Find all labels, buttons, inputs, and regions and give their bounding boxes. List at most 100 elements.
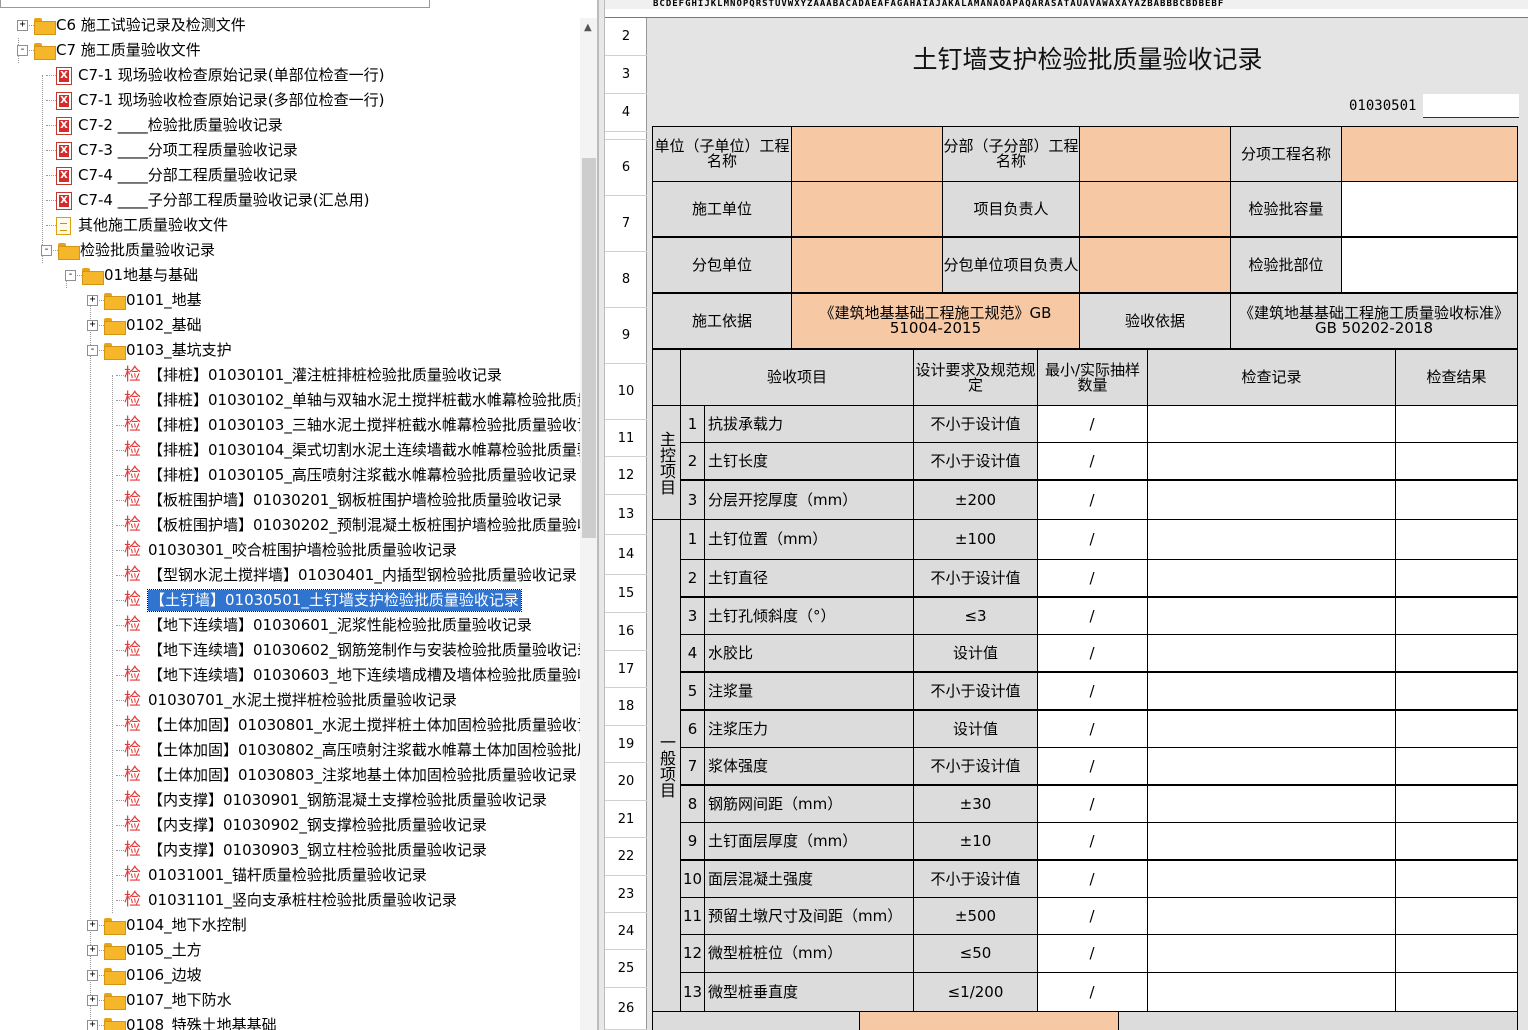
subitem-value[interactable] (1341, 126, 1518, 182)
min-sample-cell[interactable] (1037, 785, 1081, 823)
row-number[interactable]: 9 (605, 308, 647, 364)
check-record-cell[interactable] (1147, 860, 1396, 898)
tree-item[interactable]: +0108_特殊土地基基础 (0, 1013, 580, 1030)
min-sample-cell[interactable] (1037, 972, 1081, 1012)
collapse-icon[interactable]: - (87, 345, 98, 356)
actual-sample-cell[interactable] (1104, 519, 1148, 560)
unit-value[interactable] (791, 126, 943, 182)
tree-item[interactable]: 检【排桩】01030101_灌注桩排桩检验批质量验收记录 (0, 363, 580, 388)
tree-item[interactable]: 检【地下连续墙】01030603_地下连续墙成槽及墙体检验批质量验收 (0, 663, 592, 688)
check-record-cell[interactable] (1147, 634, 1396, 672)
tree-item[interactable]: 检【地下连续墙】01030602_钢筋笼制作与安装检验批质量验收记录 (0, 638, 592, 663)
row-number[interactable] (605, 132, 647, 140)
tree-item[interactable]: C7-2 ____检验批质量验收记录 (0, 113, 580, 138)
row-number[interactable]: 3 (605, 56, 647, 94)
expand-icon[interactable]: + (87, 945, 98, 956)
check-record-cell[interactable] (1147, 710, 1396, 748)
row-number[interactable]: 21 (605, 801, 647, 838)
min-sample-cell[interactable] (1037, 934, 1081, 973)
row-number[interactable]: 18 (605, 688, 647, 726)
scroll-up-arrow-icon[interactable]: ▲ (584, 22, 592, 33)
check-record-cell[interactable] (1147, 747, 1396, 785)
check-record-cell[interactable] (1147, 442, 1396, 480)
check-result-cell[interactable] (1395, 747, 1518, 785)
check-result-cell[interactable] (1395, 860, 1518, 898)
tree-item[interactable]: +0106_边坡 (0, 963, 580, 988)
min-sample-cell[interactable] (1037, 897, 1081, 935)
check-record-cell[interactable] (1147, 559, 1396, 597)
check-result-cell[interactable] (1395, 634, 1518, 672)
check-result-cell[interactable] (1395, 672, 1518, 710)
tree-item[interactable]: 检【排桩】01030105_高压喷射注浆截水帷幕检验批质量验收记录 (0, 463, 580, 488)
tree-item[interactable]: - 0103_基坑支护 (0, 338, 580, 363)
expand-icon[interactable]: + (87, 970, 98, 981)
tree-scrollbar[interactable]: ▲ (580, 18, 597, 1030)
tree-item[interactable]: - C7 施工质量验收文件 (0, 38, 580, 63)
row-number[interactable]: 14 (605, 535, 647, 575)
actual-sample-cell[interactable] (1104, 897, 1148, 935)
footer-value-cell[interactable] (859, 1011, 1119, 1030)
row-number[interactable]: 19 (605, 726, 647, 763)
actual-sample-cell[interactable] (1104, 559, 1148, 597)
min-sample-cell[interactable] (1037, 442, 1081, 480)
row-number[interactable]: 12 (605, 457, 647, 495)
tree-item[interactable]: + C6 施工试验记录及检测文件 (0, 13, 580, 38)
collapse-icon[interactable]: - (65, 270, 76, 281)
tree-item[interactable]: +0102_基础 (0, 313, 580, 338)
tree-item[interactable]: 检【内支撑】01030902_钢支撑检验批质量验收记录 (0, 813, 580, 838)
actual-sample-cell[interactable] (1104, 597, 1148, 635)
scrollbar-thumb[interactable] (582, 158, 596, 538)
actual-sample-cell[interactable] (1104, 934, 1148, 973)
tree-item[interactable]: 检【土体加固】01030803_注浆地基土体加固检验批质量验收记录 (0, 763, 580, 788)
actual-sample-cell[interactable] (1104, 480, 1148, 520)
location-value[interactable] (1341, 237, 1518, 293)
min-sample-cell[interactable] (1037, 405, 1081, 443)
check-record-cell[interactable] (1147, 897, 1396, 935)
row-number[interactable]: 24 (605, 913, 647, 950)
actual-sample-cell[interactable] (1104, 405, 1148, 443)
code-input-cell[interactable] (1423, 94, 1519, 118)
tree-item[interactable]: C7-1 现场验收检查原始记录(单部位检查一行) (0, 63, 580, 88)
min-sample-cell[interactable] (1037, 634, 1081, 672)
min-sample-cell[interactable] (1037, 710, 1081, 748)
row-number[interactable]: 13 (605, 495, 647, 535)
check-result-cell[interactable] (1395, 442, 1518, 480)
sub-pm-value[interactable] (1079, 237, 1231, 293)
tree-item[interactable]: +0104_地下水控制 (0, 913, 580, 938)
check-result-cell[interactable] (1395, 519, 1518, 560)
actual-sample-cell[interactable] (1104, 710, 1148, 748)
expand-icon[interactable]: + (87, 295, 98, 306)
tree-item[interactable]: 检【土体加固】01030802_高压喷射注浆截水帷幕土体加固检验批质 (0, 738, 592, 763)
check-result-cell[interactable] (1395, 972, 1518, 1012)
row-number[interactable]: 25 (605, 950, 647, 988)
check-record-cell[interactable] (1147, 785, 1396, 823)
row-number[interactable]: 17 (605, 651, 647, 688)
division-value[interactable] (1079, 126, 1231, 182)
row-number[interactable]: 23 (605, 876, 647, 913)
tree-item[interactable]: +0107_地下防水 (0, 988, 580, 1013)
tree-item[interactable]: +0101_地基 (0, 288, 580, 313)
check-record-cell[interactable] (1147, 597, 1396, 635)
tree-item[interactable]: 检【土体加固】01030801_水泥土搅拌桩土体加固检验批质量验收记 (0, 713, 592, 738)
actual-sample-cell[interactable] (1104, 442, 1148, 480)
min-sample-cell[interactable] (1037, 672, 1081, 710)
check-record-cell[interactable] (1147, 519, 1396, 560)
check-result-cell[interactable] (1395, 597, 1518, 635)
check-record-cell[interactable] (1147, 934, 1396, 973)
tree-item[interactable]: - 01地基与基础 (0, 263, 580, 288)
panel-splitter[interactable] (598, 0, 605, 1030)
expand-icon[interactable]: + (87, 1020, 98, 1030)
min-sample-cell[interactable] (1037, 747, 1081, 785)
check-result-cell[interactable] (1395, 480, 1518, 520)
actual-sample-cell[interactable] (1104, 860, 1148, 898)
tree-item[interactable]: 检 01030301_咬合桩围护墙检验批质量验收记录 (0, 538, 580, 563)
min-sample-cell[interactable] (1037, 559, 1081, 597)
check-record-cell[interactable] (1147, 822, 1396, 860)
actual-sample-cell[interactable] (1104, 822, 1148, 860)
actual-sample-cell[interactable] (1104, 972, 1148, 1012)
collapse-icon[interactable]: - (17, 45, 28, 56)
tree-item[interactable]: 检【型钢水泥土搅拌墙】01030401_内插型钢检验批质量验收记录 (0, 563, 580, 588)
expand-icon[interactable]: + (87, 920, 98, 931)
check-result-cell[interactable] (1395, 934, 1518, 973)
basis-value[interactable]: 《建筑地基基础工程施工规范》GB 51004-2015 (791, 293, 1080, 349)
